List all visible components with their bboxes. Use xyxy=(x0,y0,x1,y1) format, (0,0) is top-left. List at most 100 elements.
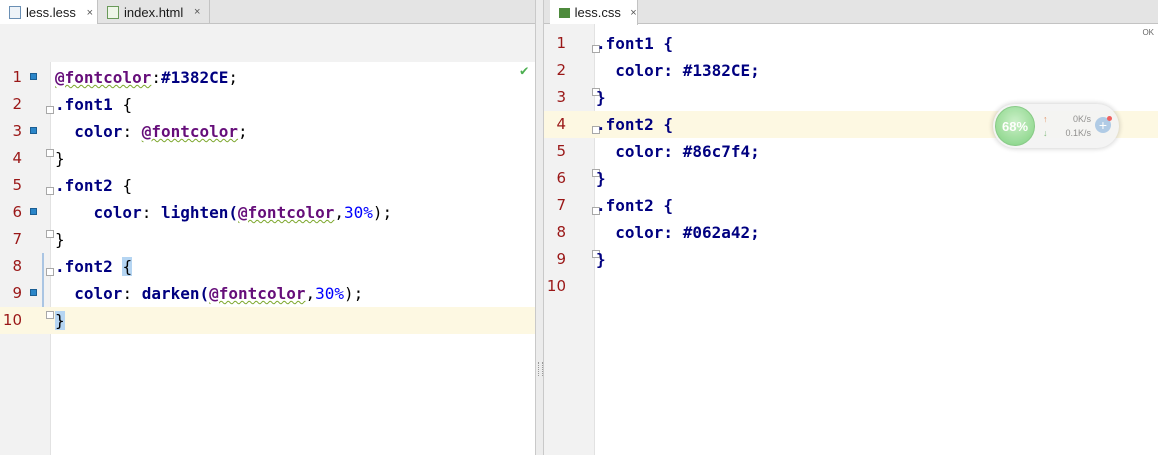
code-line[interactable]: 10} xyxy=(0,307,535,334)
variable-token: @fontcolor xyxy=(141,122,239,141)
line-number: 2 xyxy=(12,95,22,113)
tab-less-css[interactable]: less.css × xyxy=(550,0,638,25)
code-token: color xyxy=(55,284,123,303)
code-token: lighten( xyxy=(160,203,239,222)
code-text: .font2 { xyxy=(55,253,133,280)
change-marker-icon xyxy=(30,127,37,134)
code-text: .font2 { xyxy=(596,196,674,215)
editor-toolbar-strip xyxy=(0,24,535,62)
line-number: 5 xyxy=(12,176,22,194)
code-text: } xyxy=(55,226,65,253)
brace-token: { xyxy=(122,95,133,114)
brace-token: { xyxy=(122,257,133,276)
code-line[interactable]: 3 color: @fontcolor; xyxy=(0,118,535,145)
down-arrow-icon: ↓ xyxy=(1043,128,1048,138)
code-text: } xyxy=(596,250,606,269)
code-line[interactable]: 2 .font1 { xyxy=(0,91,535,118)
close-icon[interactable]: × xyxy=(192,6,202,18)
code-line[interactable]: 2 color: #1382CE; xyxy=(544,57,1158,84)
code-token: : xyxy=(122,284,142,303)
tab-label: less.less xyxy=(26,5,76,20)
code-token: darken( xyxy=(141,284,210,303)
line-number: 10 xyxy=(546,277,566,295)
code-area[interactable]: 1 .font1 {2 color: #1382CE; 3} 4 .font2 {5 c… xyxy=(544,30,1158,300)
css-file-icon xyxy=(559,7,570,18)
code-text: } xyxy=(55,307,65,334)
fold-icon[interactable] xyxy=(46,187,54,195)
splitter-grip-icon[interactable] xyxy=(538,362,543,376)
network-speed-widget[interactable]: 68% ↑ 0K/s ↓ 0.1K/s + xyxy=(993,104,1119,148)
code-line[interactable]: 8 color: #062a42; xyxy=(544,219,1158,246)
line-number: 9 xyxy=(12,284,22,302)
fold-icon[interactable] xyxy=(46,230,54,238)
fold-icon[interactable] xyxy=(46,106,54,114)
tab-index-html[interactable]: index.html × xyxy=(98,0,210,24)
code-text: .font2 { xyxy=(55,172,132,199)
code-token: ); xyxy=(344,284,364,303)
fold-icon[interactable] xyxy=(46,149,54,157)
fold-icon[interactable] xyxy=(46,268,54,276)
pane-splitter[interactable] xyxy=(535,0,544,455)
code-token: : xyxy=(151,68,161,87)
code-token: .font2 xyxy=(55,257,123,276)
tab-label: less.css xyxy=(574,5,621,20)
code-token: .font2 xyxy=(55,176,123,195)
code-text: color: lighten(@fontcolor,30%); xyxy=(55,199,393,226)
code-line[interactable]: 5 .font2 { xyxy=(0,172,535,199)
line-number: 6 xyxy=(12,203,22,221)
right-tab-bar: less.css × xyxy=(544,0,1158,25)
code-line[interactable]: 9 color: darken(@fontcolor,30%); xyxy=(0,280,535,307)
code-text: } xyxy=(596,169,606,188)
change-marker-icon xyxy=(30,208,37,215)
left-tab-bar: less.less × index.html × xyxy=(0,0,535,25)
code-token: , xyxy=(334,203,344,222)
code-text: .font2 { xyxy=(596,115,674,134)
upload-speed-value: 0K/s xyxy=(1072,114,1091,124)
line-number: 2 xyxy=(556,61,566,79)
code-line[interactable]: 6 color: lighten(@fontcolor,30%); xyxy=(0,199,535,226)
line-number: 3 xyxy=(12,122,22,140)
line-number: 7 xyxy=(556,196,566,214)
code-text: @fontcolor:#1382CE; xyxy=(55,64,238,91)
code-text: color: darken(@fontcolor,30%); xyxy=(55,280,363,307)
line-number: 1 xyxy=(12,68,22,86)
right-editor-pane: less.css × OK 1 .font1 {2 color: #1382CE;… xyxy=(544,0,1158,455)
left-editor-pane: less.less × index.html × ✔ 1 @fontcolor:#… xyxy=(0,0,535,455)
code-text: color: #062a42; xyxy=(596,223,760,242)
variable-token: @fontcolor xyxy=(209,284,306,303)
code-line[interactable]: 9} xyxy=(544,246,1158,273)
notification-dot xyxy=(1107,116,1112,121)
upload-speed: ↑ 0K/s xyxy=(1043,114,1091,125)
code-line[interactable]: 8 .font2 { xyxy=(0,253,535,280)
code-line[interactable]: 6} xyxy=(544,165,1158,192)
code-token: ; xyxy=(238,122,248,141)
code-text: } xyxy=(55,145,65,172)
code-token: #1382CE xyxy=(160,68,229,87)
close-icon[interactable]: × xyxy=(85,7,95,19)
code-text: color: @fontcolor; xyxy=(55,118,248,145)
code-token: color xyxy=(55,203,142,222)
tab-less-less[interactable]: less.less × xyxy=(0,0,98,25)
line-number: 7 xyxy=(12,230,22,248)
up-arrow-icon: ↑ xyxy=(1043,114,1048,124)
code-line[interactable]: 7} xyxy=(0,226,535,253)
line-number: 5 xyxy=(556,142,566,160)
close-icon[interactable]: × xyxy=(630,7,637,19)
line-number: 6 xyxy=(556,169,566,187)
code-line[interactable]: 7 .font2 { xyxy=(544,192,1158,219)
code-area[interactable]: 1 @fontcolor:#1382CE; 2 .font1 {3 color: @f… xyxy=(0,64,535,334)
usage-gauge[interactable]: 68% xyxy=(995,106,1035,146)
code-line[interactable]: 4} xyxy=(0,145,535,172)
code-line[interactable]: 1 .font1 { xyxy=(544,30,1158,57)
code-token: ); xyxy=(372,203,393,222)
code-text: color: #1382CE; xyxy=(596,61,760,80)
code-line[interactable]: 10 xyxy=(544,273,1158,300)
code-token: : xyxy=(141,203,161,222)
download-speed: ↓ 0.1K/s xyxy=(1043,128,1091,139)
code-text: color: #86c7f4; xyxy=(596,142,760,161)
code-token: : xyxy=(122,122,142,141)
code-line[interactable]: 1 @fontcolor:#1382CE; xyxy=(0,64,535,91)
change-marker-icon xyxy=(30,73,37,80)
fold-icon[interactable] xyxy=(46,311,54,319)
brace-token: } xyxy=(55,230,65,249)
